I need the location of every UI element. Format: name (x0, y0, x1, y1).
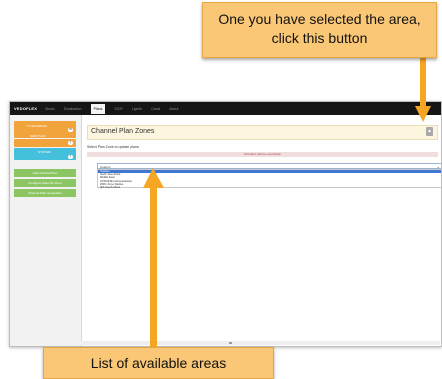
arrow-to-button (415, 58, 431, 122)
callout-available-areas: List of available areas (43, 347, 274, 379)
arrow-to-list (143, 168, 164, 347)
callout-select-button: One you have selected the area, click th… (202, 2, 437, 58)
